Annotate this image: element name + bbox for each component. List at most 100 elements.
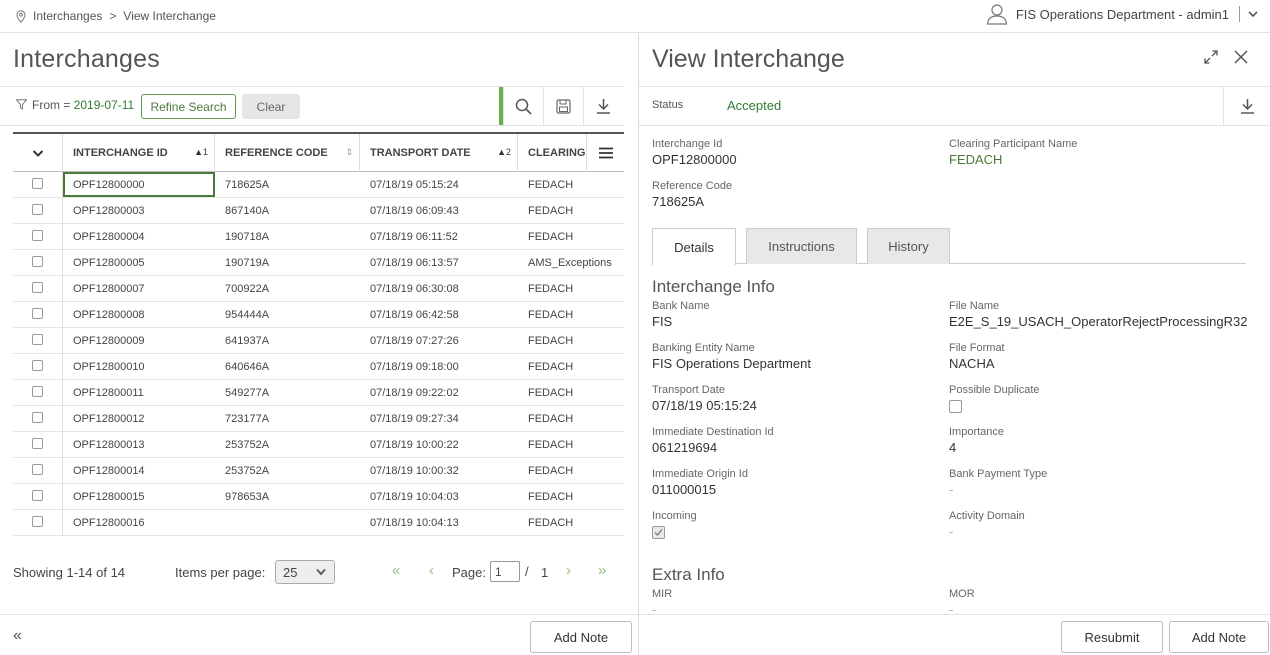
table-row[interactable]: OPF12800007 700922A 07/18/19 06:30:08 FEDAC… — [13, 276, 624, 302]
table-row[interactable]: OPF12800003 867140A 07/18/19 06:09:43 FEDAC… — [13, 198, 624, 224]
row-checkbox[interactable] — [32, 229, 43, 241]
page-input[interactable]: 1 — [490, 561, 520, 582]
close-icon[interactable] — [1234, 50, 1248, 64]
user-menu[interactable]: FIS Operations Department - admin1 — [986, 3, 1258, 25]
items-per-page-select[interactable]: 25 — [275, 560, 335, 584]
row-checkbox[interactable] — [32, 307, 43, 319]
possible-duplicate-checkbox[interactable] — [949, 400, 962, 413]
column-label: CLEARING — [528, 147, 586, 159]
transport-date-cell: 07/18/19 09:22:02 — [370, 386, 459, 399]
table-row[interactable]: OPF12800000 718625A 07/18/19 05:15:24 FEDAC… — [13, 172, 624, 198]
reference-code-cell: 978653A — [225, 490, 270, 503]
table-row[interactable]: OPF12800005 190719A 07/18/19 06:13:57 AMS_E… — [13, 250, 624, 276]
clear-button[interactable]: Clear — [242, 94, 300, 119]
table-row[interactable]: OPF12800011 549277A 07/18/19 09:22:02 FEDAC… — [13, 380, 624, 406]
clearing-participant-field: Clearing Participant Name FEDACH — [949, 138, 1077, 167]
row-checkbox[interactable] — [32, 203, 43, 215]
row-checkbox[interactable] — [32, 333, 43, 345]
table-row[interactable]: OPF12800014 253752A 07/18/19 10:00:32 FEDAC… — [13, 458, 624, 484]
items-per-page-label: Items per page: — [175, 565, 266, 580]
table-row[interactable]: OPF12800010 640646A 07/18/19 09:18:00 FEDAC… — [13, 354, 624, 380]
download-button[interactable] — [1223, 87, 1270, 125]
right-footer: Resubmit Add Note — [639, 614, 1270, 655]
row-checkbox[interactable] — [32, 255, 43, 267]
left-footer: « Add Note — [0, 614, 638, 655]
save-button[interactable] — [543, 87, 583, 125]
page-separator: / — [525, 564, 529, 579]
column-header-interchange-id[interactable]: INTERCHANGE ID ▲1 — [63, 134, 215, 172]
clearing-cell: FEDACH — [528, 178, 574, 191]
filter-bar: From = 2019-07-11 Refine Search Clear — [0, 86, 624, 126]
select-all-toggle[interactable] — [13, 134, 63, 172]
tab-history[interactable]: History — [867, 228, 950, 264]
column-header-transport-date[interactable]: TRANSPORT DATE ▲2 — [360, 134, 518, 172]
expand-icon[interactable] — [1204, 50, 1218, 64]
filter-key: From = — [32, 98, 74, 112]
field-value: 718625A — [652, 194, 705, 209]
tab-instructions[interactable]: Instructions — [746, 228, 857, 264]
reference-code-cell: 718625A — [225, 178, 270, 191]
table-row[interactable]: OPF12800013 253752A 07/18/19 10:00:22 FEDAC… — [13, 432, 624, 458]
table-row[interactable]: OPF12800008 954444A 07/18/19 06:42:58 FEDAC… — [13, 302, 624, 328]
breadcrumb-interchanges-link[interactable]: Interchanges — [33, 9, 102, 23]
transport-date-cell: 07/18/19 07:27:26 — [370, 334, 459, 347]
table-row[interactable]: OPF12800012 723177A 07/18/19 09:27:34 FEDAC… — [13, 406, 624, 432]
pagination: Showing 1-14 of 14 Items per page: 25 « … — [13, 560, 624, 584]
row-checkbox[interactable] — [32, 359, 43, 371]
mor-field: MOR - — [949, 588, 975, 612]
resubmit-button[interactable]: Resubmit — [1061, 621, 1163, 653]
user-label: FIS Operations Department - admin1 — [1015, 6, 1229, 22]
table-row[interactable]: OPF12800004 190718A 07/18/19 06:11:52 FEDAC… — [13, 224, 624, 250]
row-checkbox[interactable] — [32, 463, 43, 475]
add-note-button[interactable]: Add Note — [530, 621, 632, 653]
transport-date-cell: 07/18/19 09:18:00 — [370, 360, 459, 373]
collapse-panel-icon[interactable]: « — [13, 627, 22, 645]
field-value: 061219694 — [652, 440, 718, 455]
column-menu-button[interactable] — [586, 134, 624, 172]
search-button[interactable] — [503, 87, 543, 125]
table-row[interactable]: OPF12800016 07/18/19 10:04:13 FEDACH — [13, 510, 624, 536]
field-value[interactable]: FEDACH — [949, 152, 1077, 167]
status-bar: Status Accepted — [639, 86, 1270, 126]
refine-search-button[interactable]: Refine Search — [141, 94, 236, 119]
row-checkbox[interactable] — [32, 177, 43, 189]
top-bar: Interchanges > View Interchange FIS Oper… — [0, 0, 1270, 33]
mir-field: MIR - — [652, 588, 672, 612]
status-label: Status — [652, 99, 684, 111]
chevron-down-icon[interactable] — [1248, 9, 1258, 19]
interchange-id-cell: OPF12800010 — [73, 360, 145, 373]
row-checkbox[interactable] — [32, 281, 43, 293]
row-checkbox[interactable] — [32, 437, 43, 449]
page-total: 1 — [541, 565, 549, 580]
row-checkbox[interactable] — [32, 411, 43, 423]
tab-details[interactable]: Details — [652, 228, 736, 265]
row-checkbox[interactable] — [32, 515, 43, 527]
divider — [1239, 6, 1240, 22]
reference-code-field: Reference Code 718625A — [652, 180, 732, 209]
search-icon — [515, 98, 532, 115]
check-icon — [654, 529, 663, 537]
add-note-button[interactable]: Add Note — [1169, 621, 1269, 653]
field-label: Incoming — [652, 510, 697, 522]
row-checkbox[interactable] — [32, 385, 43, 397]
next-page-button[interactable]: › — [566, 562, 571, 579]
clearing-cell: FEDACH — [528, 360, 574, 373]
row-checkbox[interactable] — [32, 489, 43, 501]
row-select-cell — [13, 250, 63, 275]
clearing-cell: FEDACH — [528, 308, 574, 321]
download-button[interactable] — [583, 87, 623, 125]
reference-code-cell: 641937A — [225, 334, 270, 347]
last-page-button[interactable]: » — [598, 562, 606, 579]
interchanges-table: INTERCHANGE ID ▲1 REFERENCE CODE ⇕ TRANSPO… — [13, 132, 624, 536]
breadcrumb: Interchanges > View Interchange — [16, 9, 216, 23]
table-row[interactable]: OPF12800015 978653A 07/18/19 10:04:03 FEDAC… — [13, 484, 624, 510]
items-per-page-value: 25 — [283, 565, 298, 580]
previous-page-button[interactable]: ‹ — [429, 562, 434, 579]
table-row[interactable]: OPF12800009 641937A 07/18/19 07:27:26 FEDAC… — [13, 328, 624, 354]
column-header-reference-code[interactable]: REFERENCE CODE ⇕ — [215, 134, 360, 172]
row-select-cell — [13, 406, 63, 431]
clearing-cell: FEDACH — [528, 438, 574, 451]
transport-date-cell: 07/18/19 09:27:34 — [370, 412, 459, 425]
possible-duplicate-field: Possible Duplicate — [949, 384, 1040, 413]
first-page-button[interactable]: « — [392, 562, 400, 579]
